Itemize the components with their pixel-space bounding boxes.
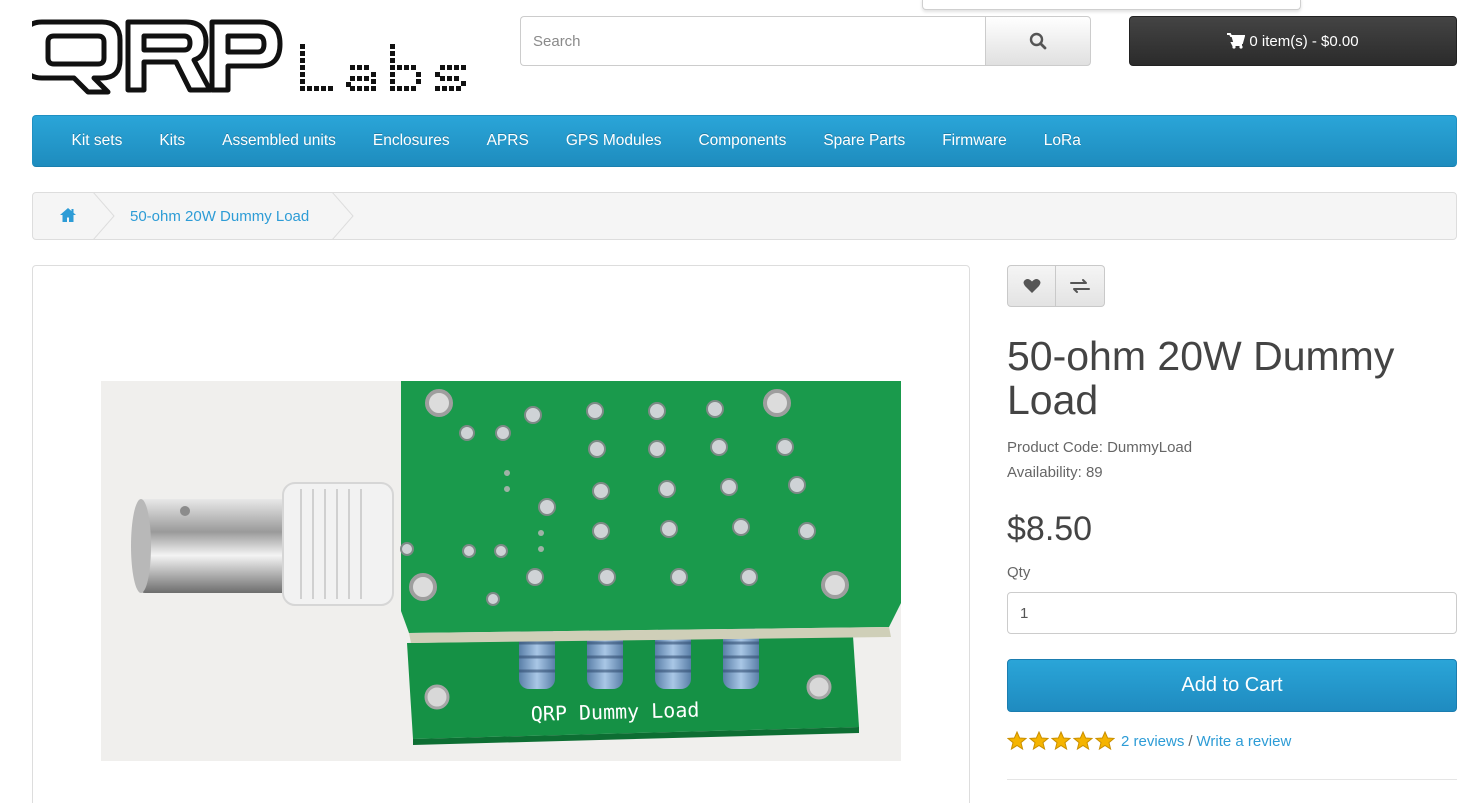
compare-button[interactable] (1056, 265, 1105, 307)
top-dropdown-edge (922, 0, 1301, 10)
menu-item-aprs[interactable]: APRS (468, 132, 547, 150)
star-icon (1095, 731, 1115, 751)
availability: Availability: 89 (1007, 464, 1103, 481)
write-review-link[interactable]: Write a review (1197, 733, 1292, 750)
qty-input[interactable] (1007, 592, 1457, 634)
product-price: $8.50 (1007, 510, 1093, 548)
wishlist-button[interactable] (1007, 265, 1056, 307)
add-to-cart-button[interactable]: Add to Cart (1007, 659, 1457, 712)
rating-separator: / (1188, 732, 1193, 750)
menu-item-lora[interactable]: LoRa (1025, 132, 1099, 150)
star-icon (1073, 731, 1093, 751)
availability-label: Availability: (1007, 464, 1082, 481)
product-code-value: DummyLoad (1107, 439, 1193, 456)
breadcrumb: 50-ohm 20W Dummy Load (32, 192, 1457, 240)
search-bar (520, 16, 1091, 66)
star-icon (1029, 731, 1049, 751)
product-title: 50-ohm 20W Dummy Load (1007, 333, 1395, 423)
product-code-label: Product Code: (1007, 439, 1103, 456)
cart-label: 0 item(s) - $0.00 (1249, 32, 1359, 50)
divider (1007, 779, 1457, 780)
exchange-icon (1070, 279, 1090, 293)
product-image[interactable]: QRP Dummy Load (101, 381, 901, 761)
breadcrumb-current[interactable]: 50-ohm 20W Dummy Load (130, 208, 309, 225)
product-image-panel: QRP Dummy Load (32, 265, 970, 803)
availability-value: 89 (1085, 464, 1103, 481)
heart-icon (1023, 279, 1040, 293)
search-input[interactable] (520, 16, 985, 66)
site-logo[interactable] (21, 14, 480, 100)
product-image-label: QRP Dummy Load (531, 698, 700, 726)
rating-stars (1007, 731, 1115, 751)
product-code: Product Code: DummyLoad (1007, 439, 1192, 456)
menu-item-assembled-units[interactable]: Assembled units (204, 132, 355, 150)
search-icon (1029, 32, 1047, 50)
cart-button[interactable]: 0 item(s) - $0.00 (1129, 16, 1457, 66)
menu-item-kit-sets[interactable]: Kit sets (53, 132, 141, 150)
menu-item-components[interactable]: Components (680, 132, 805, 150)
breadcrumb-separator (93, 193, 115, 239)
product-rating: 2 reviews / Write a review (1007, 731, 1291, 751)
qrp-labs-logo (21, 19, 466, 95)
star-icon (1007, 731, 1027, 751)
menu-item-kits[interactable]: Kits (141, 132, 204, 150)
star-icon (1051, 731, 1071, 751)
breadcrumb-separator (332, 193, 354, 239)
qty-label: Qty (1007, 564, 1031, 581)
main-menu: Kit sets Kits Assembled units Enclosures… (32, 115, 1457, 167)
menu-item-gps-modules[interactable]: GPS Modules (547, 132, 680, 150)
search-button[interactable] (985, 16, 1091, 66)
reviews-link[interactable]: 2 reviews (1121, 733, 1184, 750)
menu-item-spare-parts[interactable]: Spare Parts (805, 132, 924, 150)
home-icon (60, 208, 76, 222)
menu-item-firmware[interactable]: Firmware (924, 132, 1026, 150)
product-actions (1007, 265, 1105, 307)
breadcrumb-home[interactable] (59, 207, 77, 228)
menu-item-enclosures[interactable]: Enclosures (354, 132, 468, 150)
shopping-cart-icon (1227, 33, 1246, 49)
